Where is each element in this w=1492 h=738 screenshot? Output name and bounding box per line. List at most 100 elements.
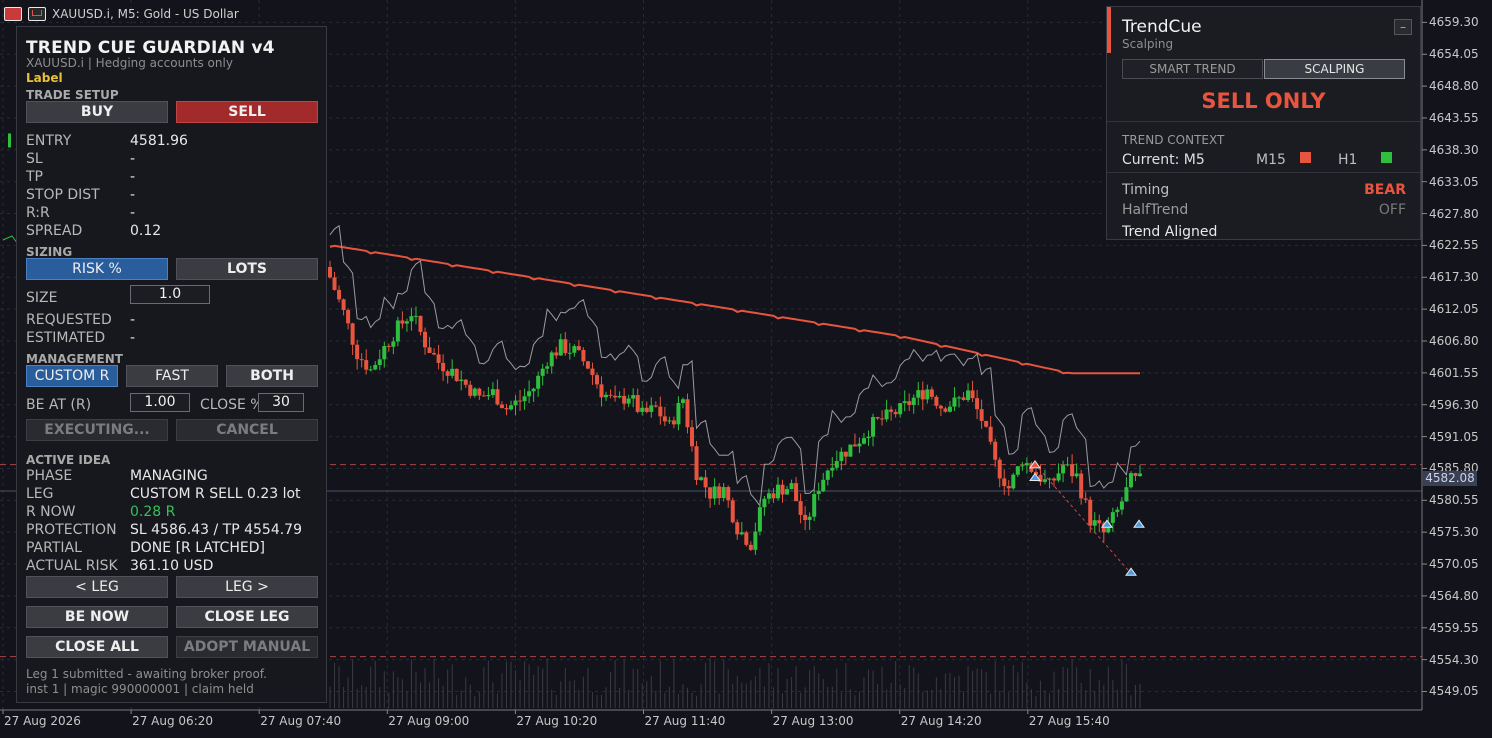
sizing-heading: SIZING — [26, 245, 73, 259]
timing-label: Timing — [1122, 182, 1170, 198]
candle-body — [1124, 487, 1129, 502]
one-click-trading-icon[interactable] — [4, 7, 22, 21]
candle-body — [377, 359, 382, 365]
prev-leg-button[interactable]: < LEG — [26, 576, 168, 598]
candle-body — [653, 405, 658, 407]
candle-body — [803, 514, 808, 520]
candle-body — [884, 409, 889, 420]
adopt-manual-button[interactable]: ADOPT MANUAL — [176, 636, 318, 658]
candle-body — [640, 407, 645, 412]
price-axis-label: 4633.05 — [1429, 174, 1479, 189]
price-axis-label: 4591.05 — [1429, 429, 1479, 444]
close-pct-input[interactable]: 30 — [258, 393, 304, 412]
candle-body — [966, 390, 971, 401]
tab-smart-trend[interactable]: SMART TREND — [1122, 59, 1263, 79]
fast-button[interactable]: FAST — [126, 365, 218, 387]
candle-body — [355, 344, 360, 360]
candle-body — [1006, 485, 1011, 489]
candle-body — [680, 399, 685, 404]
partial-value: DONE [R LATCHED] — [130, 540, 265, 556]
candle-body — [631, 395, 636, 399]
stop-dist-label: STOP DIST — [26, 187, 100, 203]
stop-dist-value: - — [130, 187, 136, 203]
minimize-button[interactable]: – — [1394, 19, 1412, 35]
buy-button[interactable]: BUY — [26, 101, 168, 123]
be-at-input[interactable]: 1.00 — [130, 393, 190, 412]
candle-body — [1056, 473, 1061, 481]
time-axis-label: 27 Aug 14:20 — [900, 714, 982, 728]
candle-body — [404, 321, 409, 324]
risk-pct-button[interactable]: RISK % — [26, 258, 168, 280]
leg-label: LEG — [26, 486, 54, 502]
candle-body — [1074, 473, 1079, 477]
active-idea-heading: ACTIVE IDEA — [26, 453, 111, 467]
candle-body — [726, 487, 731, 501]
candle-body — [744, 532, 749, 545]
h1-label: H1 — [1338, 152, 1358, 168]
cancel-button[interactable]: CANCEL — [176, 419, 318, 441]
price-axis-label: 4554.30 — [1429, 652, 1479, 667]
candle-body — [825, 470, 830, 480]
requested-label: REQUESTED — [26, 312, 112, 328]
candle-body — [463, 379, 468, 385]
close-all-button[interactable]: CLOSE ALL — [26, 636, 168, 658]
candle-body — [558, 339, 563, 356]
candle-body — [554, 352, 559, 356]
estimated-label: ESTIMATED — [26, 330, 106, 346]
candle-body — [875, 417, 880, 419]
candle-body — [676, 403, 681, 425]
candle-body — [861, 438, 866, 444]
candle-body — [780, 484, 785, 495]
guardian-panel: TREND CUE GUARDIAN v4 XAUUSD.i | Hedging… — [16, 26, 327, 703]
tab-scalping[interactable]: SCALPING — [1264, 59, 1405, 79]
lots-button[interactable]: LOTS — [176, 258, 318, 280]
candle-body — [1083, 498, 1088, 500]
time-axis-label: 27 Aug 07:40 — [260, 714, 342, 728]
candle-body — [658, 406, 663, 417]
panel-title: TREND CUE GUARDIAN v4 — [26, 38, 275, 58]
candle-body — [762, 498, 767, 508]
candle-body — [771, 493, 776, 499]
candle-body — [649, 405, 654, 412]
volume-bars — [329, 658, 1141, 708]
phase-label: PHASE — [26, 468, 73, 484]
close-pct-label: CLOSE % — [200, 397, 264, 413]
actual-risk-label: ACTUAL RISK — [26, 558, 118, 574]
candle-body — [721, 487, 726, 499]
be-now-button[interactable]: BE NOW — [26, 606, 168, 628]
candle-body — [889, 409, 894, 412]
candle-body — [970, 390, 975, 399]
candle-body — [975, 398, 980, 410]
custom-r-button[interactable]: CUSTOM R — [26, 365, 118, 387]
candle-body — [934, 396, 939, 406]
chart-window-icon[interactable] — [28, 7, 46, 21]
candle-body — [513, 400, 518, 406]
candle-body — [703, 477, 708, 488]
candle-body — [563, 339, 568, 354]
candle-body — [1110, 512, 1115, 523]
trendcue-subtitle: Scalping — [1122, 37, 1174, 51]
candle-body — [545, 366, 550, 369]
candle-body — [599, 384, 604, 398]
candle-body — [540, 368, 545, 376]
candle-body — [409, 316, 414, 322]
candle-body — [943, 408, 948, 412]
executing-button[interactable]: EXECUTING... — [26, 419, 168, 441]
price-axis-label: 4617.30 — [1429, 270, 1479, 285]
h1-status-square — [1381, 152, 1392, 163]
size-input[interactable]: 1.0 — [130, 285, 210, 304]
sell-button[interactable]: SELL — [176, 101, 318, 123]
candle-body — [739, 532, 744, 535]
candle-body — [472, 388, 477, 396]
next-leg-button[interactable]: LEG > — [176, 576, 318, 598]
candle-body — [753, 531, 758, 550]
candle-body — [495, 389, 500, 405]
close-leg-button[interactable]: CLOSE LEG — [176, 606, 318, 628]
price-axis-label: 4643.55 — [1429, 110, 1479, 125]
candle-body — [332, 277, 337, 290]
candle-body — [391, 341, 396, 347]
candle-body — [382, 346, 387, 360]
price-axis-label: 4659.30 — [1429, 15, 1479, 30]
both-button[interactable]: BOTH — [226, 365, 318, 387]
accent-bar — [1107, 7, 1111, 53]
